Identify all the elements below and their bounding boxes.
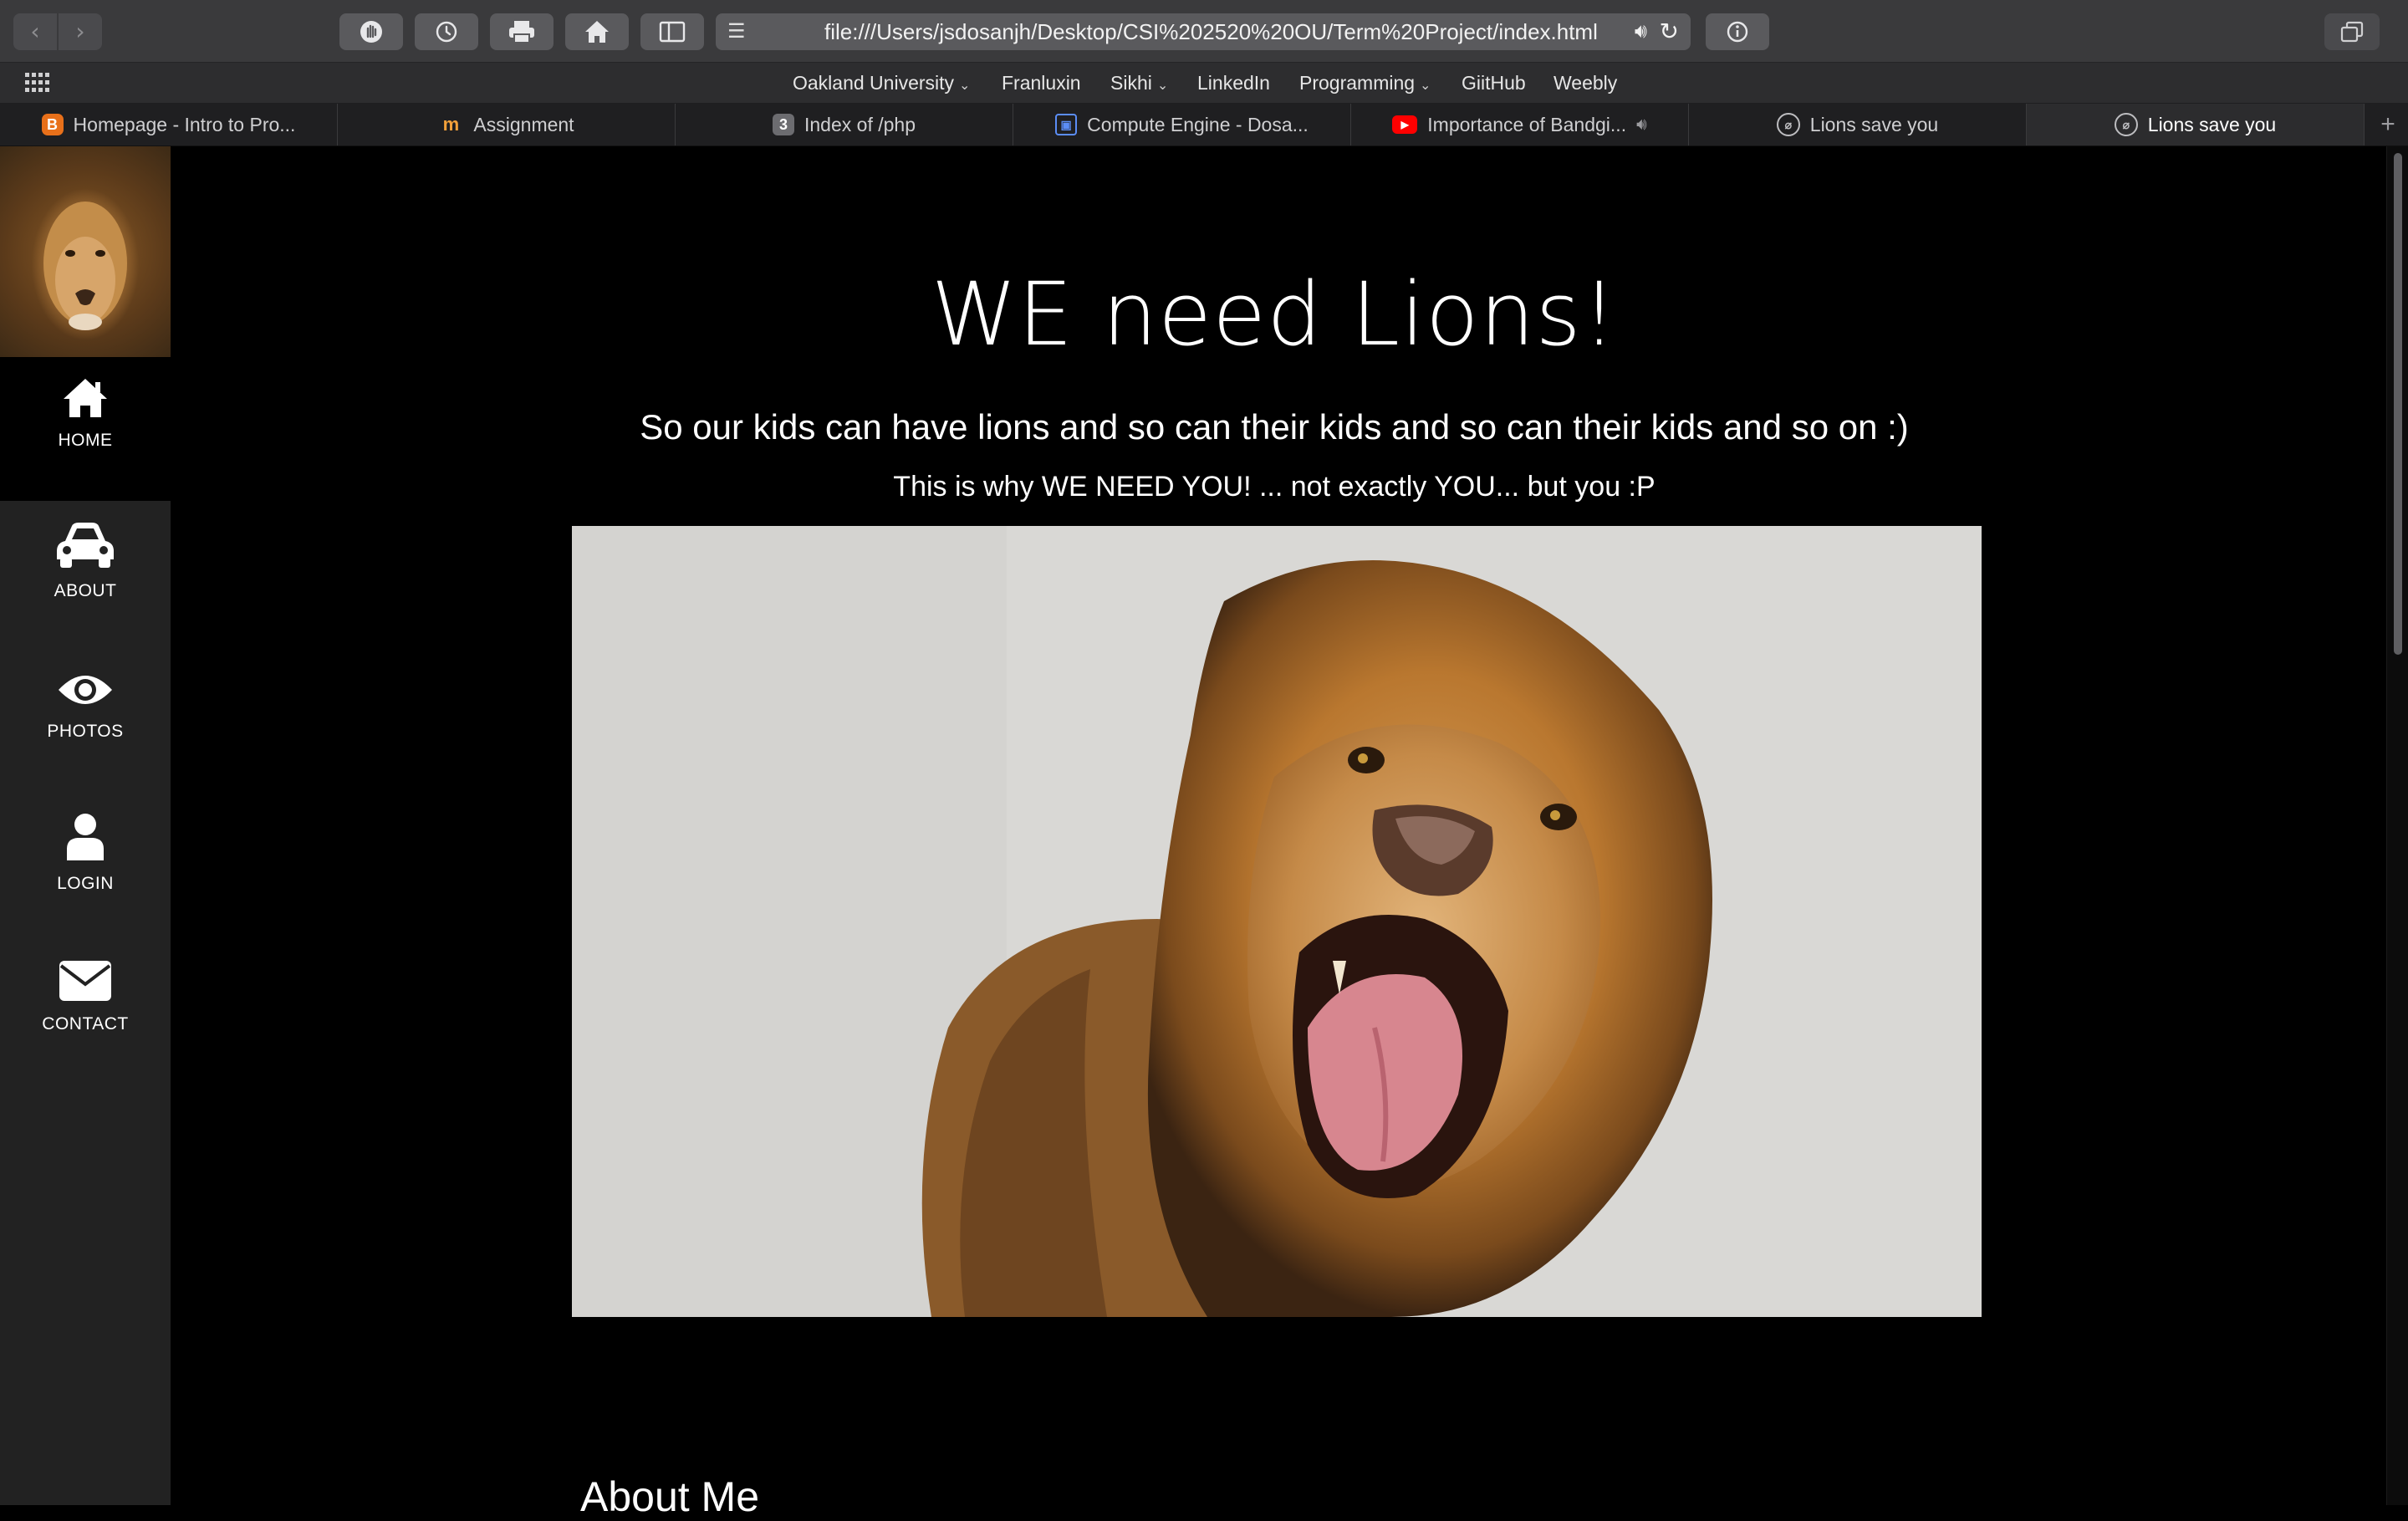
- sidebar-nav: HOME ABOUT PHOTOS LOGIN CONTACT: [0, 146, 171, 1505]
- tab-lions-save-you[interactable]: ⌀ Lions save you: [1689, 104, 2027, 145]
- favorite-linkedin[interactable]: LinkedIn: [1197, 63, 1270, 103]
- tab-youtube[interactable]: ▶ Importance of Bandgi... 🔊︎: [1351, 104, 1689, 145]
- browser-toolbar: ‹ › ☰ file:///Users/jsdosanjh/Desktop/CS…: [0, 0, 2408, 63]
- subtitle: So our kids can have lions and so can th…: [640, 407, 1909, 447]
- page-info-button[interactable]: [1706, 13, 1769, 50]
- scrollbar-thumb[interactable]: [2394, 153, 2402, 655]
- tab-assignment[interactable]: m Assignment: [338, 104, 676, 145]
- envelope-icon: [59, 961, 111, 1001]
- compute-engine-icon: ▣: [1055, 114, 1078, 135]
- history-button[interactable]: [415, 13, 478, 50]
- clock-icon: [436, 21, 457, 43]
- tab-label: Compute Engine - Dosa...: [1087, 113, 1309, 135]
- tab-label: Homepage - Intro to Pro...: [73, 113, 296, 135]
- blogger-icon: B: [41, 114, 64, 135]
- sidebar-item-label: PHOTOS: [47, 722, 124, 741]
- compass-icon: ⌀: [1776, 113, 1800, 136]
- reload-icon[interactable]: ↻: [1660, 13, 1679, 50]
- tab-overview-icon: [2340, 21, 2364, 43]
- hand-icon: [360, 21, 382, 43]
- address-bar[interactable]: ☰ file:///Users/jsdosanjh/Desktop/CSI%20…: [716, 13, 1691, 50]
- tab-label: Importance of Bandgi...: [1427, 113, 1627, 135]
- youtube-icon: ▶: [1392, 115, 1418, 134]
- tab-lions-save-you-active[interactable]: ⌀ Lions save you: [2027, 104, 2365, 145]
- url-text: file:///Users/jsdosanjh/Desktop/CSI%2025…: [824, 19, 1598, 44]
- sidebar-item-contact[interactable]: CONTACT: [0, 939, 171, 1083]
- page-scrollbar[interactable]: [2386, 146, 2408, 1505]
- chevron-down-icon: ⌄: [1156, 79, 1169, 93]
- sidebar-item-home[interactable]: HOME: [0, 357, 171, 501]
- chevron-left-icon: ‹: [30, 18, 40, 45]
- info-icon: [1727, 21, 1748, 43]
- speaker-icon[interactable]: 🔊︎: [1636, 115, 1647, 135]
- moodle-icon: m: [442, 114, 460, 135]
- favorite-github[interactable]: GiitHub: [1462, 63, 1526, 103]
- car-icon: [57, 523, 114, 568]
- forward-button[interactable]: ›: [59, 13, 102, 50]
- tab-label: Lions save you: [1809, 113, 1939, 135]
- tab-bar: B Homepage - Intro to Pro... m Assignmen…: [0, 104, 2408, 146]
- sidebar-item-login[interactable]: LOGIN: [0, 794, 171, 937]
- user-icon: [67, 814, 104, 860]
- home-page-button[interactable]: [565, 13, 629, 50]
- home-icon: [585, 21, 609, 43]
- page-title: WE need Lions!: [931, 263, 1618, 365]
- tab-label: Assignment: [473, 113, 574, 135]
- sidebar-item-label: HOME: [58, 431, 113, 450]
- chevron-down-icon: ⌄: [959, 79, 971, 93]
- chevron-down-icon: ⌄: [1420, 79, 1431, 93]
- number-icon: 3: [773, 114, 794, 135]
- tab-label: Lions save you: [2147, 113, 2277, 135]
- hero-lion-image: [572, 526, 1982, 1317]
- roaring-lion-illustration: [572, 526, 1982, 1317]
- lion-logo-image[interactable]: [0, 146, 171, 357]
- tab-compute-engine[interactable]: ▣ Compute Engine - Dosa...: [1013, 104, 1351, 145]
- favorites-bar: Oakland University ⌄ Franluxin Sikhi ⌄ Lin…: [0, 63, 2408, 104]
- favorite-weebly[interactable]: Weebly: [1553, 63, 1617, 103]
- back-button[interactable]: ‹: [13, 13, 57, 50]
- about-heading: About Me: [580, 1473, 760, 1520]
- tab-index-php[interactable]: 3 Index of /php: [676, 104, 1013, 145]
- sidebar-item-about[interactable]: ABOUT: [0, 503, 171, 646]
- main-content: WE need Lions! So our kids can have lion…: [171, 146, 2386, 1520]
- home-icon: [64, 379, 107, 417]
- tab-label: Index of /php: [804, 113, 916, 135]
- sidebar-item-label: CONTACT: [42, 1014, 129, 1034]
- favorite-franluxin[interactable]: Franluxin: [1002, 63, 1081, 103]
- sidebar-icon: [659, 21, 686, 43]
- favorite-oakland-university[interactable]: Oakland University ⌄: [793, 63, 970, 106]
- sidebar-item-label: LOGIN: [57, 874, 114, 893]
- tab-overview-button[interactable]: [2324, 13, 2380, 50]
- lion-face-illustration: [43, 202, 127, 330]
- chevron-right-icon: ›: [75, 18, 85, 45]
- sidebar-item-photos[interactable]: PHOTOS: [0, 648, 171, 792]
- sidebar-toggle-button[interactable]: [640, 13, 704, 50]
- print-button[interactable]: [490, 13, 554, 50]
- tab-homepage[interactable]: B Homepage - Intro to Pro...: [0, 104, 338, 145]
- grid-icon[interactable]: [25, 73, 50, 93]
- favorite-programming[interactable]: Programming ⌄: [1299, 63, 1431, 106]
- speaker-icon[interactable]: 🔊︎: [1635, 13, 1647, 50]
- reader-view-icon[interactable]: ☰: [727, 13, 746, 50]
- privacy-extension-button[interactable]: [339, 13, 403, 50]
- plus-icon: +: [2380, 110, 2395, 138]
- new-tab-button[interactable]: +: [2368, 104, 2408, 145]
- compass-icon: ⌀: [2114, 113, 2138, 136]
- favorite-sikhi[interactable]: Sikhi ⌄: [1110, 63, 1168, 106]
- tagline: This is why WE NEED YOU! ... not exactly…: [893, 471, 1656, 503]
- printer-icon: [509, 21, 534, 43]
- sidebar-item-label: ABOUT: [54, 581, 117, 600]
- eye-icon: [59, 676, 112, 704]
